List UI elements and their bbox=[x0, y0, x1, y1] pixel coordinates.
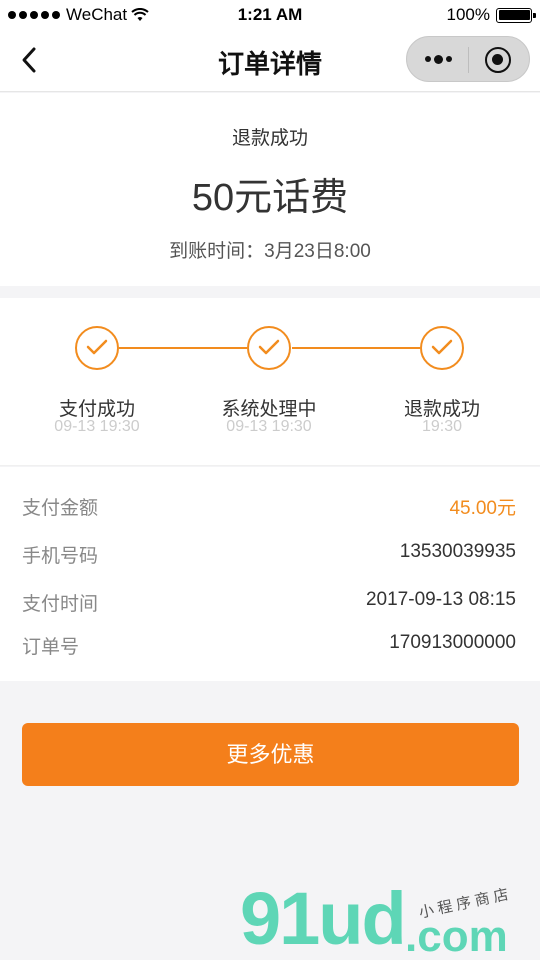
watermark-main: 91ud bbox=[240, 877, 407, 960]
capsule-divider bbox=[468, 47, 469, 73]
detail-key: 手机号码 bbox=[22, 546, 99, 567]
detail-key: 支付时间 bbox=[22, 594, 99, 615]
arrival-time: 3月23日8:00 bbox=[264, 241, 371, 262]
order-details: 支付金额 45.00元 手机号码 13530039935 支付时间 2017-0… bbox=[0, 467, 540, 681]
step-check-icon bbox=[75, 326, 119, 370]
status-bar: WeChat 1:21 AM 100% bbox=[0, 0, 540, 30]
arrival-info: 到账时间：3月23日8:00 bbox=[0, 236, 540, 263]
detail-value: 2017-09-13 08:15 bbox=[365, 589, 516, 610]
detail-key: 订单号 bbox=[22, 637, 80, 658]
arrival-label: 到账时间： bbox=[169, 241, 265, 262]
step-check-icon bbox=[420, 326, 464, 370]
close-target-icon[interactable] bbox=[485, 47, 511, 73]
mini-program-capsule bbox=[406, 36, 530, 82]
step-time: 09-13 19:30 bbox=[226, 418, 312, 435]
step-label: 系统处理中 bbox=[221, 399, 317, 420]
step-time: 09-13 19:30 bbox=[54, 418, 140, 435]
order-summary: 退款成功 50元话费 到账时间：3月23日8:00 bbox=[0, 93, 540, 286]
order-progress: 支付成功 09-13 19:30 系统处理中 09-13 19:30 退款成功 … bbox=[0, 298, 540, 466]
nav-bar: 订单详情 bbox=[0, 30, 540, 92]
detail-value: 45.00元 bbox=[449, 498, 516, 519]
step-time: 19:30 bbox=[421, 418, 463, 435]
detail-row-order-no: 订单号 170913000000 bbox=[22, 632, 516, 659]
step-label: 退款成功 bbox=[403, 399, 480, 420]
detail-value: 170913000000 bbox=[389, 632, 516, 653]
product-name: 50元话费 bbox=[191, 177, 349, 219]
step-check-icon bbox=[247, 326, 291, 370]
battery-icon bbox=[496, 7, 536, 23]
step-label: 支付成功 bbox=[58, 399, 135, 420]
more-icon[interactable] bbox=[425, 52, 453, 66]
more-offers-button[interactable]: 更多优惠 bbox=[22, 723, 519, 786]
detail-row-amount: 支付金额 45.00元 bbox=[22, 493, 516, 520]
progress-line bbox=[292, 347, 420, 349]
battery-percent: 100% bbox=[446, 5, 490, 24]
order-status: 退款成功 bbox=[231, 128, 308, 149]
status-right: 100% bbox=[446, 5, 536, 25]
detail-value: 13530039935 bbox=[399, 541, 516, 562]
progress-line bbox=[119, 347, 247, 349]
detail-key: 支付金额 bbox=[22, 498, 99, 519]
watermark-logo: 91ud .com 小程序商店 bbox=[240, 882, 540, 960]
detail-row-phone: 手机号码 13530039935 bbox=[22, 541, 516, 568]
detail-row-pay-time: 支付时间 2017-09-13 08:15 bbox=[22, 589, 516, 616]
